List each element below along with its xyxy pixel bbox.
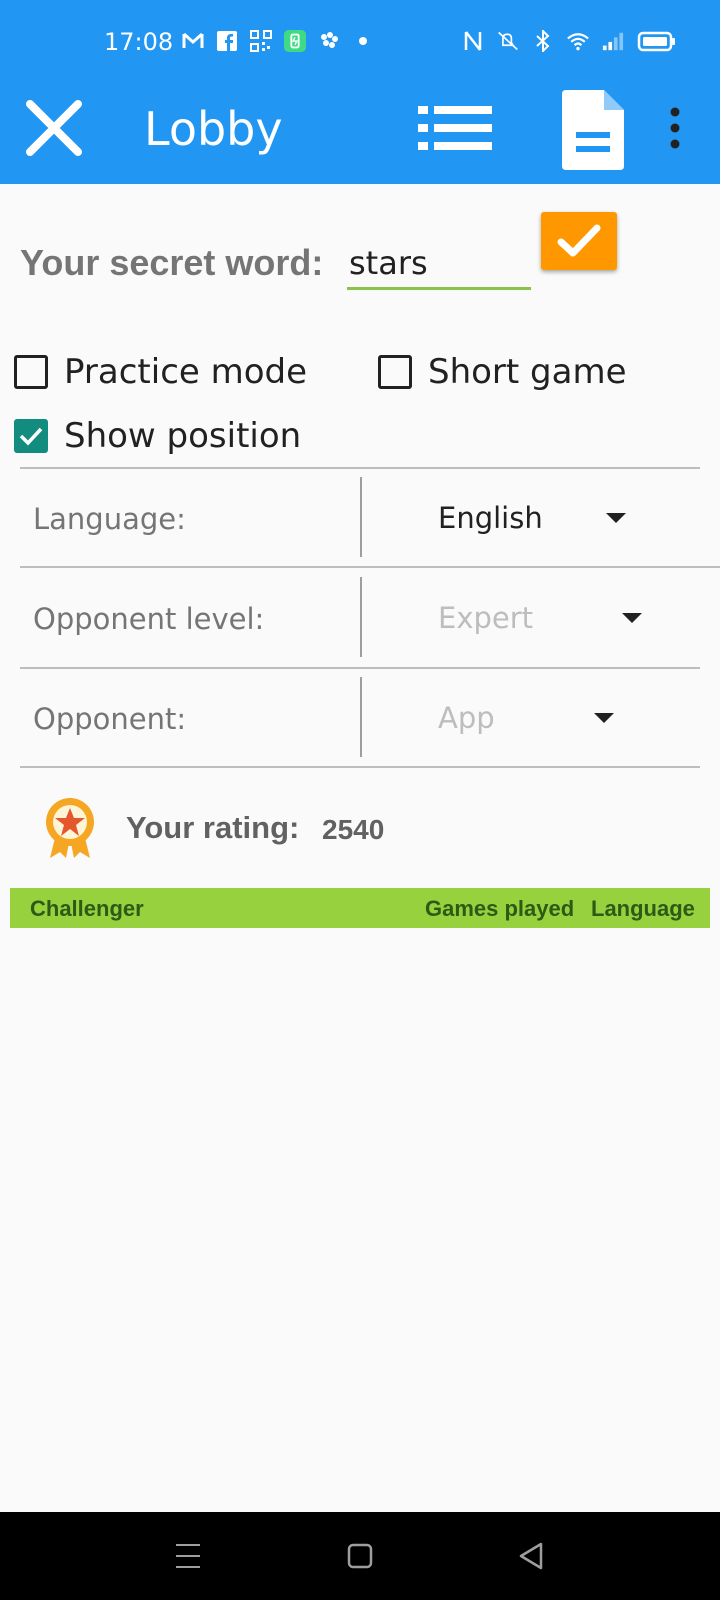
navigation-bar bbox=[0, 1512, 720, 1600]
rating-value: 2540 bbox=[322, 814, 385, 845]
list-button[interactable] bbox=[416, 102, 496, 154]
secret-word-label: Your secret word: bbox=[20, 242, 324, 283]
divider bbox=[20, 566, 720, 568]
opponent-label: Opponent: bbox=[33, 702, 187, 736]
column-header-language[interactable]: Language bbox=[591, 896, 695, 922]
document-icon bbox=[562, 90, 624, 170]
opponent-select[interactable]: App bbox=[362, 677, 700, 757]
opponent-value: App bbox=[438, 701, 495, 735]
dropdown-arrow-icon bbox=[622, 613, 642, 623]
signal-icon bbox=[602, 30, 624, 52]
status-bar: 17:08 bbox=[0, 0, 720, 72]
battery-icon bbox=[637, 30, 677, 52]
qr-code-icon bbox=[250, 30, 272, 52]
short-game-box[interactable] bbox=[378, 355, 412, 389]
badge-star-icon bbox=[42, 796, 98, 860]
show-position-checkbox[interactable]: Show position bbox=[14, 416, 301, 456]
show-position-label: Show position bbox=[64, 416, 302, 456]
mute-icon bbox=[497, 30, 519, 52]
more-vert-icon bbox=[670, 107, 680, 149]
divider bbox=[20, 667, 700, 669]
system-icons bbox=[462, 30, 677, 52]
checkmark-icon bbox=[557, 224, 601, 257]
gmail-icon bbox=[182, 30, 204, 52]
practice-mode-label: Practice mode bbox=[64, 352, 308, 392]
facebook-icon bbox=[216, 30, 238, 52]
close-button[interactable] bbox=[22, 96, 86, 160]
show-position-box[interactable] bbox=[14, 419, 48, 453]
menu-icon bbox=[176, 1544, 200, 1568]
short-game-checkbox[interactable]: Short game bbox=[378, 352, 627, 392]
battery-saver-icon bbox=[284, 30, 306, 52]
wifi-icon bbox=[567, 30, 589, 52]
dropdown-arrow-icon bbox=[594, 713, 614, 723]
list-icon bbox=[418, 106, 492, 150]
practice-mode-box[interactable] bbox=[14, 355, 48, 389]
home-icon bbox=[347, 1543, 373, 1569]
check-icon bbox=[19, 427, 43, 446]
opponent-level-value: Expert bbox=[438, 601, 534, 635]
divider bbox=[20, 766, 700, 768]
status-time: 17:08 bbox=[104, 28, 174, 56]
divider bbox=[20, 467, 700, 469]
more-options-button[interactable] bbox=[660, 102, 690, 154]
language-value: English bbox=[438, 501, 543, 535]
confirm-word-button[interactable] bbox=[541, 212, 617, 270]
practice-mode-checkbox[interactable]: Practice mode bbox=[14, 352, 307, 392]
menu-button[interactable] bbox=[166, 1532, 210, 1580]
notification-icons bbox=[182, 30, 374, 52]
opponent-level-select[interactable]: Expert bbox=[362, 577, 700, 657]
nfc-icon bbox=[462, 30, 484, 52]
close-icon bbox=[26, 100, 82, 156]
page-title: Lobby bbox=[144, 102, 283, 156]
column-header-games-played[interactable]: Games played bbox=[425, 896, 574, 922]
language-label: Language: bbox=[33, 502, 186, 536]
language-select[interactable]: English bbox=[362, 477, 700, 557]
players-table-header: Challenger Games played Language bbox=[10, 888, 710, 928]
back-button[interactable] bbox=[510, 1532, 554, 1580]
players-list bbox=[10, 928, 710, 1508]
app-bar: Lobby bbox=[0, 72, 720, 184]
dot-icon bbox=[352, 30, 374, 52]
home-button[interactable] bbox=[338, 1532, 382, 1580]
rating-label: Your rating: bbox=[126, 810, 300, 845]
document-button[interactable] bbox=[560, 88, 626, 172]
column-header-challenger[interactable]: Challenger bbox=[30, 896, 144, 922]
bluetooth-icon bbox=[532, 30, 554, 52]
app-icon bbox=[318, 30, 340, 52]
secret-word-input[interactable] bbox=[347, 238, 531, 290]
back-icon bbox=[519, 1542, 543, 1570]
short-game-label: Short game bbox=[428, 352, 627, 392]
dropdown-arrow-icon bbox=[606, 513, 626, 523]
opponent-level-label: Opponent level: bbox=[33, 602, 265, 636]
